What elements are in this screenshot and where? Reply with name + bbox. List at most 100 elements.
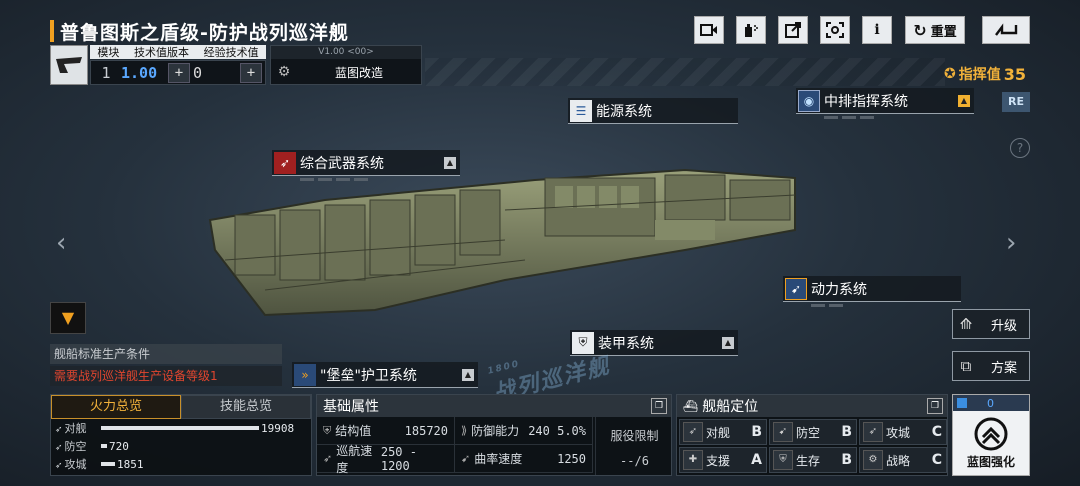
position-item: ➶ 攻城 C [859, 419, 947, 445]
shield-icon: ⛨ [323, 423, 332, 437]
tech-plus-button[interactable]: + [168, 62, 190, 83]
warp-icon: ➹ [461, 452, 471, 465]
attr-defense: ⟫ 防御能力 240 5.0% [455, 417, 593, 445]
help-icon[interactable]: ? [1010, 138, 1030, 158]
position-grade: B [841, 424, 852, 440]
blueprint-chevron-icon [974, 417, 1008, 451]
production-requirement: 需要战列巡洋舰生产设备等级1 [50, 366, 282, 386]
middle-command-system[interactable]: ◉ 中排指挥系统 ▲ [796, 88, 974, 119]
firepower-bar [101, 426, 259, 430]
positioning-panel: ⛴ 舰船定位 ❐ ➶ 对舰 B ➹ 防空 B ➶ 攻城 C ✚ 支援 A ⛨ 生存 B ⚙ 战略 C [676, 394, 948, 476]
power-system[interactable]: ➹ 动力系统 [783, 276, 961, 307]
back-button[interactable] [982, 16, 1030, 44]
middle-command-label: 中排指挥系统 [824, 93, 908, 110]
paint-button[interactable] [736, 16, 766, 44]
blueprint-modify-button[interactable]: ⚙ 蓝图改造 [271, 59, 421, 85]
re-button[interactable]: RE [1002, 92, 1030, 112]
plan-button[interactable]: ⧉ 方案 [952, 351, 1030, 381]
title-accent [50, 20, 54, 42]
missile-icon: ➶ [274, 151, 296, 174]
survival-icon: ⛨ [773, 450, 793, 470]
anti-air-icon: ➹ [773, 422, 793, 442]
weapons-system-label: 综合武器系统 [300, 155, 384, 172]
blueprint-enhance-button[interactable]: 0 蓝图强化 [952, 394, 1030, 476]
upgrade-label: 升级 [990, 318, 1017, 334]
radar-icon: ◉ [798, 89, 820, 112]
service-limit-label: 服役限制 [610, 429, 659, 443]
ship-attack-icon: ➶ [55, 425, 63, 435]
back-arrow-icon [995, 23, 1018, 36]
share-button[interactable] [778, 16, 808, 44]
tab-skills[interactable]: 技能总览 [181, 395, 311, 419]
blueprint-chip-icon [957, 398, 967, 408]
positioning-grid: ➶ 对舰 B ➹ 防空 B ➶ 攻城 C ✚ 支援 A ⛨ 生存 B ⚙ 战略 C [677, 417, 947, 475]
attr-warp-speed: ➹ 曲率速度 1250 [455, 445, 593, 473]
view-button[interactable] [820, 16, 850, 44]
basic-attributes-title: 基础属性 [323, 399, 379, 415]
energy-system[interactable]: ☰ 能源系统 [568, 98, 738, 124]
position-grade: C [931, 452, 942, 468]
video-camera-icon [700, 24, 717, 36]
reset-button[interactable]: ↻ 重置 [905, 16, 965, 44]
module-value: 1 [101, 63, 111, 82]
power-system-label: 动力系统 [811, 281, 867, 298]
expand-button[interactable]: ▼ [50, 302, 86, 334]
attr-value: 185720 [404, 423, 448, 438]
tab-firepower[interactable]: 火力总览 [51, 395, 181, 419]
next-ship-arrow-icon[interactable]: › [1006, 228, 1016, 258]
energy-system-label: 能源系统 [596, 103, 652, 120]
escort-arrows-icon: » [294, 363, 316, 386]
record-button[interactable] [694, 16, 724, 44]
stat-header-tech-version: 技术值版本 [133, 46, 189, 59]
version-text: V1.00 <00> [271, 46, 421, 59]
escort-system[interactable]: » "堡垒"护卫系统 ▲ [292, 362, 478, 388]
production-title: 舰船标准生产条件 [50, 344, 282, 364]
expand-window-icon[interactable]: ❐ [927, 398, 943, 414]
stat-values: 1 1.00 + 0 + [90, 60, 266, 85]
exp-plus-button[interactable]: + [240, 62, 262, 83]
firepower-row: ➶ 防空 720 [51, 437, 311, 455]
attr-label: 巡航速度 [336, 443, 373, 475]
firepower-row: ➶ 对舰 19908 [51, 419, 311, 437]
exp-value: 0 [193, 63, 203, 82]
ship-icon: ⛴ [683, 399, 699, 413]
weapons-slots [272, 178, 460, 181]
firepower-value: 19908 [261, 421, 295, 435]
anti-air-icon: ➶ [55, 443, 63, 453]
stat-header-module: 模块 [97, 46, 120, 59]
refresh-icon: ↻ [913, 20, 927, 40]
defense-icon: ⟫ [461, 424, 468, 437]
firepower-label-text: 防空 [64, 440, 87, 453]
support-icon: ✚ [683, 450, 703, 470]
lock-badge-icon: ▲ [958, 94, 970, 107]
ship-model [208, 168, 796, 317]
middle-command-slots [796, 116, 974, 119]
blueprint-modify-box: V1.00 <00> ⚙ 蓝图改造 [270, 45, 422, 85]
info-button[interactable]: i [862, 16, 892, 44]
weapons-system[interactable]: ➶ 综合武器系统 ▲ [272, 150, 460, 181]
info-icon: i [874, 22, 880, 38]
siege-icon: ➶ [55, 461, 63, 471]
attr-value: 1250 [557, 451, 586, 466]
upgrade-button[interactable]: ⟰ 升级 [952, 309, 1030, 339]
header-stripe [425, 58, 945, 86]
position-item: ✚ 支援 A [679, 447, 767, 473]
position-label: 防空 [796, 425, 821, 440]
spray-paint-icon [745, 24, 758, 37]
expand-window-icon[interactable]: ❐ [651, 398, 667, 414]
title-bar: 普鲁图斯之盾级-防护战列巡洋舰 [50, 18, 349, 44]
speed-icon: ➶ [323, 452, 333, 465]
service-limit-value: --/6 [620, 454, 649, 468]
plan-label: 方案 [990, 360, 1017, 376]
siege-icon: ➶ [863, 422, 883, 442]
page-title: 普鲁图斯之盾级-防护战列巡洋舰 [60, 21, 349, 44]
blueprint-modify-label: 蓝图改造 [334, 65, 383, 80]
firepower-value: 720 [109, 439, 129, 453]
ship-attack-icon: ➶ [683, 422, 703, 442]
prev-ship-arrow-icon[interactable]: ‹ [56, 228, 66, 258]
stat-header-exp: 经验技术值 [203, 46, 259, 59]
firepower-panel: 火力总览 技能总览 ➶ 对舰 19908 ➶ 防空 720 ➶ 攻城 1851 [50, 394, 312, 476]
firepower-label: ➶ 对舰 [55, 420, 101, 436]
position-grade: A [751, 452, 762, 468]
basic-attributes-panel: 基础属性 ❐ ⛨ 结构值 185720 ⟫ 防御能力 240 5.0% ➶ 巡航… [316, 394, 672, 476]
